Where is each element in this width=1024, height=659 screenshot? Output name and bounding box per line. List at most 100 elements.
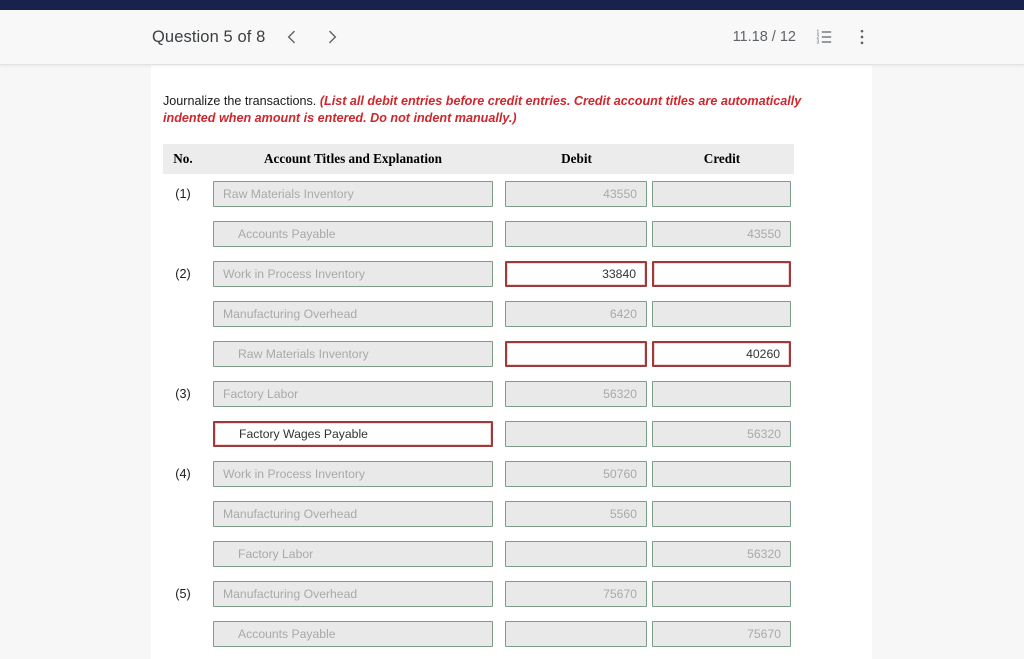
journal-line-row: (4) Work in Process Inventory 50760: [163, 454, 794, 494]
debit-cell: 56320: [503, 374, 650, 414]
debit-amount-input[interactable]: 50760: [505, 460, 647, 487]
debit-cell: 6420: [503, 294, 650, 334]
credit-amount-input[interactable]: [652, 580, 791, 607]
journal-line-row: Manufacturing Overhead 5560: [163, 494, 794, 534]
account-title-input[interactable]: Manufacturing Overhead: [213, 500, 493, 527]
more-options-button[interactable]: [852, 27, 872, 47]
instruction-text: Journalize the transactions. (List all d…: [163, 93, 853, 128]
account-title-cell: Factory Wages Payable: [203, 414, 503, 454]
debit-cell: 5560: [503, 494, 650, 534]
debit-amount-input[interactable]: 56320: [505, 380, 647, 407]
journal-line-row: Manufacturing Overhead 6420: [163, 294, 794, 334]
debit-amount-input[interactable]: 33840: [505, 260, 647, 287]
account-title-cell: Manufacturing Overhead: [203, 294, 503, 334]
chevron-right-icon: [329, 30, 337, 44]
debit-cell: [503, 214, 650, 254]
account-title-cell: Accounts Payable: [203, 614, 503, 654]
credit-amount-input[interactable]: [652, 300, 791, 327]
account-title-cell: Manufacturing Overhead: [203, 574, 503, 614]
entry-number: (3): [175, 386, 191, 401]
entry-number: (2): [175, 266, 191, 281]
account-title-cell: Factory Labor: [203, 534, 503, 574]
debit-cell: [503, 614, 650, 654]
debit-cell: 50760: [503, 454, 650, 494]
account-title-input[interactable]: Raw Materials Inventory: [213, 340, 493, 367]
account-title-input[interactable]: Factory Labor: [213, 540, 493, 567]
entry-number: (5): [175, 586, 191, 601]
header-debit: Debit: [503, 143, 650, 174]
credit-amount-input[interactable]: [652, 460, 791, 487]
account-title-cell: Accounts Payable: [203, 214, 503, 254]
toolbar-right-group: 11.18 / 12 1 2 3: [733, 27, 872, 47]
credit-amount-input[interactable]: 40260: [652, 340, 791, 367]
credit-amount-input[interactable]: 56320: [652, 420, 791, 447]
credit-amount-input[interactable]: [652, 180, 791, 207]
journal-line-row: (2) Work in Process Inventory 33840: [163, 254, 794, 294]
credit-cell: [650, 574, 794, 614]
debit-amount-input[interactable]: [505, 540, 647, 567]
entry-number-blank: [163, 414, 203, 454]
debit-cell: 43550: [503, 174, 650, 214]
debit-amount-input[interactable]: [505, 420, 647, 447]
question-list-button[interactable]: 1 2 3: [814, 27, 834, 47]
debit-amount-input[interactable]: [505, 340, 647, 367]
credit-amount-input[interactable]: [652, 380, 791, 407]
account-title-input[interactable]: Work in Process Inventory: [213, 460, 493, 487]
account-title-input[interactable]: Raw Materials Inventory: [213, 180, 493, 207]
debit-amount-input[interactable]: 6420: [505, 300, 647, 327]
debit-amount-input[interactable]: 75670: [505, 580, 647, 607]
debit-amount-input[interactable]: 43550: [505, 180, 647, 207]
debit-amount-input[interactable]: 5560: [505, 500, 647, 527]
toolbar-left-group: Question 5 of 8: [152, 24, 345, 50]
credit-cell: 56320: [650, 534, 794, 574]
credit-amount-input[interactable]: 56320: [652, 540, 791, 567]
account-title-input[interactable]: Manufacturing Overhead: [213, 300, 493, 327]
journal-line-row: (3) Factory Labor 56320: [163, 374, 794, 414]
question-document: Journalize the transactions. (List all d…: [151, 65, 872, 659]
entry-number: (1): [175, 186, 191, 201]
credit-cell: [650, 254, 794, 294]
account-title-cell: Work in Process Inventory: [203, 454, 503, 494]
journal-line-row: Factory Wages Payable 56320: [163, 414, 794, 454]
journal-line-row: Accounts Payable 43550: [163, 214, 794, 254]
journal-line-row: (1) Raw Materials Inventory 43550: [163, 174, 794, 214]
account-title-cell: Factory Labor: [203, 374, 503, 414]
credit-cell: [650, 494, 794, 534]
top-accent-bar: [0, 0, 1024, 10]
debit-cell: 75670: [503, 574, 650, 614]
numbered-list-icon: 1 2 3: [817, 30, 832, 46]
previous-question-button[interactable]: [279, 24, 305, 50]
entry-number-blank: [163, 214, 203, 254]
credit-amount-input[interactable]: [652, 500, 791, 527]
account-title-input[interactable]: Work in Process Inventory: [213, 260, 493, 287]
entry-number-blank: [163, 494, 203, 534]
credit-cell: 75670: [650, 614, 794, 654]
credit-amount-input[interactable]: [652, 260, 791, 287]
question-toolbar: Question 5 of 8 11.18 / 12 1 2 3: [0, 10, 1024, 65]
debit-amount-input[interactable]: [505, 220, 647, 247]
svg-text:3: 3: [817, 40, 820, 46]
entry-number-blank: [163, 614, 203, 654]
question-counter: Question 5 of 8: [152, 27, 266, 46]
account-title-input[interactable]: Manufacturing Overhead: [213, 580, 493, 607]
account-title-input[interactable]: Accounts Payable: [213, 620, 493, 647]
account-title-input[interactable]: Factory Labor: [213, 380, 493, 407]
journal-table-header: No. Account Titles and Explanation Debit…: [163, 143, 794, 174]
journal-entry-table: No. Account Titles and Explanation Debit…: [163, 143, 794, 654]
account-title-input[interactable]: Accounts Payable: [213, 220, 493, 247]
debit-cell: [503, 414, 650, 454]
header-no: No.: [163, 143, 203, 174]
journal-line-row: (5) Manufacturing Overhead 75670: [163, 574, 794, 614]
entry-number-blank: [163, 534, 203, 574]
page-scroll-area[interactable]: Journalize the transactions. (List all d…: [0, 65, 1024, 659]
header-account: Account Titles and Explanation: [203, 143, 503, 174]
journal-line-row: Factory Labor 56320: [163, 534, 794, 574]
debit-amount-input[interactable]: [505, 620, 647, 647]
journal-line-row: Raw Materials Inventory 40260: [163, 334, 794, 374]
more-vertical-icon: [860, 29, 864, 45]
next-question-button[interactable]: [319, 24, 345, 50]
journal-line-row: Accounts Payable 75670: [163, 614, 794, 654]
credit-amount-input[interactable]: 75670: [652, 620, 791, 647]
credit-amount-input[interactable]: 43550: [652, 220, 791, 247]
account-title-input[interactable]: Factory Wages Payable: [213, 420, 493, 447]
